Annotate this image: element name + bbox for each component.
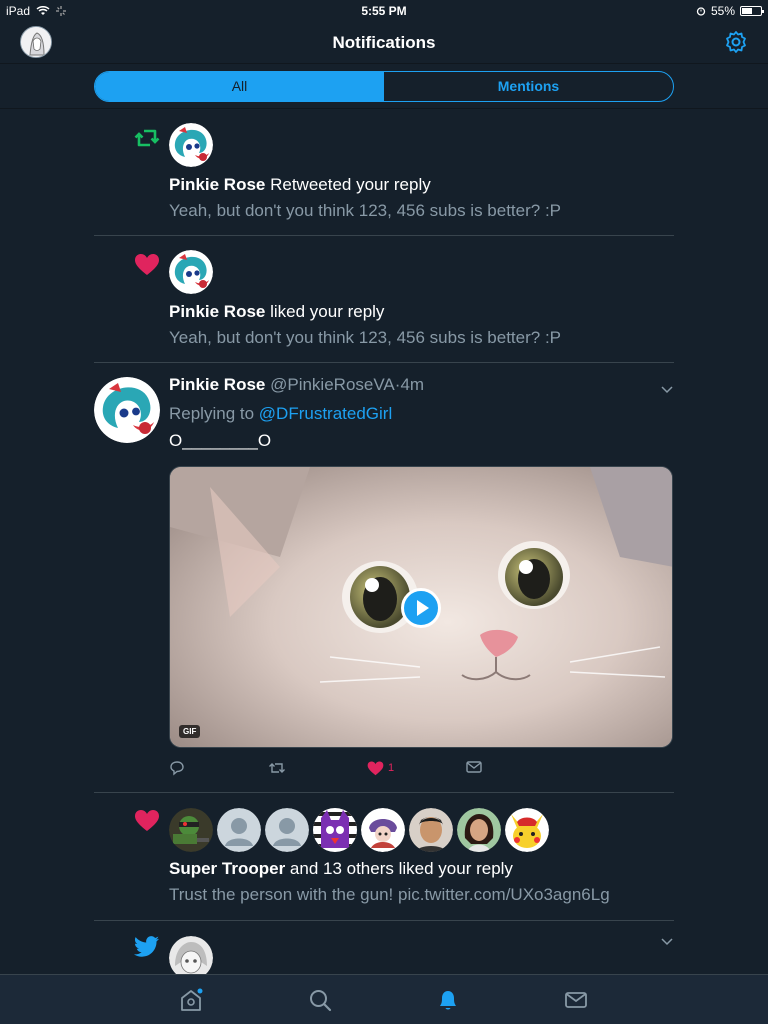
tab-mentions[interactable]: Mentions <box>384 72 673 101</box>
mention-link[interactable]: @DFrustratedGirl <box>259 404 392 423</box>
reply-icon <box>170 761 184 776</box>
tweet-actions: 1 <box>169 760 669 780</box>
person-avatar-2[interactable] <box>457 808 501 852</box>
tweet-reply[interactable]: Pinkie Rose @PinkieRoseVA·4m Replying to… <box>94 364 674 793</box>
messages-icon[interactable] <box>563 987 589 1013</box>
battery-icon <box>740 6 764 16</box>
user-name[interactable]: Super Trooper <box>169 859 285 878</box>
person-avatar[interactable] <box>409 808 453 852</box>
user-name[interactable]: Pinkie Rose <box>169 375 265 394</box>
cartoon-avatar[interactable] <box>313 808 357 852</box>
search-icon[interactable] <box>307 987 333 1013</box>
tweet-body: O________O <box>169 431 272 450</box>
like-button[interactable]: 1 <box>367 760 394 776</box>
character-avatar[interactable] <box>361 808 405 852</box>
notification-text: Pinkie Rose Retweeted your reply <box>169 175 431 194</box>
tab-all[interactable]: All <box>95 72 384 101</box>
tweet-header: Pinkie Rose @PinkieRoseVA·4m <box>169 375 425 394</box>
chevron-down-icon[interactable] <box>660 934 674 948</box>
gear-icon[interactable] <box>724 30 748 54</box>
replying-to: Replying to @DFrustratedGirl <box>169 404 393 423</box>
home-icon[interactable] <box>178 987 204 1013</box>
clock: 5:55 PM <box>361 4 407 18</box>
divider <box>0 108 768 109</box>
default-avatar[interactable] <box>217 808 261 852</box>
user-name[interactable]: Pinkie Rose <box>169 302 265 321</box>
default-avatar[interactable] <box>265 808 309 852</box>
tweet-preview: Trust the person with the gun! pic.twitt… <box>169 885 610 904</box>
avatar-row <box>169 808 549 852</box>
user-avatar[interactable] <box>169 936 213 974</box>
battery-percent: 55% <box>710 4 735 18</box>
tweet-preview: Yeah, but don't you think 123, 456 subs … <box>169 328 562 347</box>
like-count: 1 <box>388 762 395 774</box>
soldier-avatar[interactable] <box>169 808 213 852</box>
play-button[interactable] <box>401 588 441 628</box>
retweet-button[interactable] <box>268 760 286 776</box>
twitter-bird-icon <box>134 936 160 957</box>
navigation-bar: Notifications <box>0 22 768 64</box>
gif-media[interactable]: GIF <box>169 466 673 748</box>
notification-text: Pinkie Rose liked your reply <box>169 302 385 321</box>
retweet-icon <box>269 763 285 773</box>
user-avatar[interactable] <box>169 250 213 294</box>
message-button[interactable] <box>466 760 482 774</box>
notification-twitter[interactable] <box>94 922 674 974</box>
envelope-icon <box>466 761 482 773</box>
heart-icon <box>367 761 384 776</box>
notification-tabs: All Mentions <box>94 71 674 102</box>
status-bar: iPad 5:55 PM 55% <box>0 0 768 22</box>
alarm-icon <box>696 7 706 16</box>
user-avatar[interactable] <box>94 377 160 443</box>
notification-like[interactable]: Pinkie Rose liked your reply Yeah, but d… <box>94 244 674 363</box>
tweet-preview: Yeah, but don't you think 123, 456 subs … <box>169 201 562 220</box>
gif-badge: GIF <box>179 725 201 738</box>
tab-bar <box>0 974 768 1024</box>
retweet-icon <box>134 129 160 147</box>
page-title: Notifications <box>332 33 436 52</box>
notification-retweet[interactable]: Pinkie Rose Retweeted your reply Yeah, b… <box>94 117 674 236</box>
tweet-time: 4m <box>400 375 425 394</box>
chevron-down-icon[interactable] <box>660 382 674 396</box>
notifications-icon[interactable] <box>435 987 461 1013</box>
notification-text: Super Trooper and 13 others liked your r… <box>169 859 513 878</box>
heart-icon <box>135 810 159 831</box>
heart-icon <box>135 254 159 275</box>
user-name[interactable]: Pinkie Rose <box>169 175 265 194</box>
notification-like-group[interactable]: Super Trooper and 13 others liked your r… <box>94 794 674 921</box>
user-handle[interactable]: @PinkieRoseVA <box>270 375 395 394</box>
pikachu-avatar[interactable] <box>505 808 549 852</box>
reply-button[interactable] <box>169 760 185 776</box>
user-avatar[interactable] <box>169 123 213 167</box>
